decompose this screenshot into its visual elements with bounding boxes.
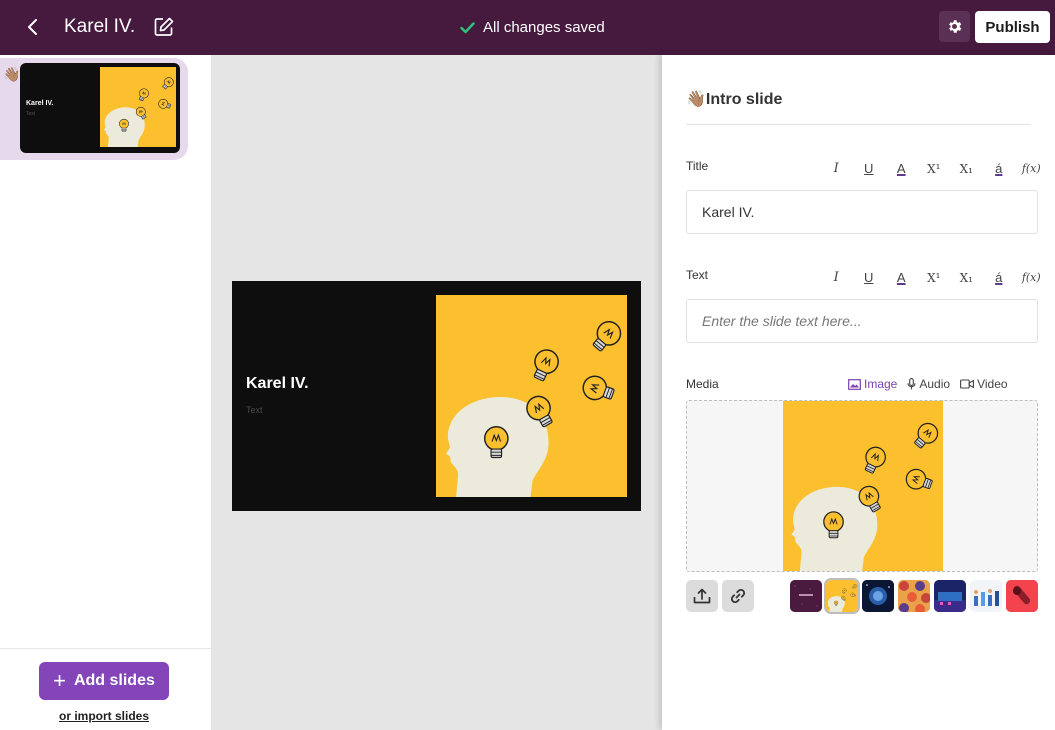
insert-link-button[interactable] <box>722 580 754 612</box>
people-illustration-thumbnail <box>970 580 1002 612</box>
publish-button[interactable]: Publish <box>975 11 1050 43</box>
slide-emoji: 👋🏽 <box>3 66 21 82</box>
plus-icon: + <box>53 668 66 693</box>
thumbnail-title: Karel IV. <box>26 100 54 107</box>
tab-image[interactable]: Image <box>848 377 897 391</box>
panel-heading-text: 👋🏽Intro slide <box>686 91 783 108</box>
superscript-button[interactable]: X¹ <box>918 160 951 178</box>
background-preset-4[interactable] <box>898 580 930 612</box>
slides-panel-footer: + Add slides or import slides <box>0 648 211 730</box>
tab-audio-label: Audio <box>919 377 951 391</box>
slide-preview[interactable]: Karel IV. Text <box>232 281 641 511</box>
subscript-button[interactable]: X₁ <box>950 160 983 178</box>
text-format-toolbar: I U A X¹ X₁ á f(x) <box>820 269 1048 287</box>
media-image-preview <box>783 401 943 571</box>
superscript-button[interactable]: X¹ <box>918 269 951 287</box>
add-slides-button[interactable]: + Add slides <box>39 662 169 700</box>
document-title: Karel IV. <box>64 16 136 37</box>
formula-button[interactable]: f(x) <box>1015 269 1048 287</box>
import-slides-link[interactable]: or import slides <box>0 709 208 723</box>
chevron-left-icon <box>28 19 37 35</box>
edit-icon <box>154 17 174 36</box>
back-button[interactable] <box>20 14 46 40</box>
italic-button[interactable]: I <box>820 269 853 287</box>
panel-heading: 👋🏽Intro slide <box>686 89 1030 125</box>
media-label: Media <box>686 377 719 391</box>
title-input[interactable] <box>686 190 1038 234</box>
upload-button[interactable] <box>686 580 718 612</box>
slides-panel: 👋🏽 Karel IV. Text + Add slides or import… <box>0 55 212 730</box>
slide-image[interactable] <box>436 295 627 497</box>
title-label: Title <box>686 159 709 173</box>
special-character-button[interactable]: á <box>983 269 1016 287</box>
gear-icon <box>949 20 962 33</box>
background-preset-2[interactable] <box>824 578 860 614</box>
purple-texture-thumbnail <box>790 580 822 612</box>
slide-text[interactable]: Text <box>246 405 263 415</box>
background-preset-3[interactable] <box>862 580 894 612</box>
text-input[interactable] <box>686 299 1038 343</box>
slide-list-item[interactable]: 👋🏽 Karel IV. Text <box>0 58 188 160</box>
add-slides-label: Add slides <box>73 672 155 689</box>
underline-button[interactable]: U <box>853 160 886 178</box>
pattern-thumbnail <box>898 580 930 612</box>
slide-thumbnail: Karel IV. Text <box>20 63 180 153</box>
tab-video[interactable]: Video <box>960 377 1008 391</box>
microphone-thumbnail <box>1006 580 1038 612</box>
background-preset-1[interactable] <box>790 580 822 612</box>
text-label: Text <box>686 268 709 282</box>
background-preset-6[interactable] <box>970 580 1002 612</box>
italic-button[interactable]: I <box>820 160 853 178</box>
background-preset-5[interactable] <box>934 580 966 612</box>
slide-title[interactable]: Karel IV. <box>246 375 309 393</box>
media-dropzone[interactable] <box>686 400 1038 572</box>
tab-video-label: Video <box>977 377 1008 391</box>
text-color-button[interactable]: A <box>885 160 918 178</box>
city-night-thumbnail <box>934 580 966 612</box>
upload-icon <box>693 588 711 604</box>
edit-title-button[interactable] <box>153 16 175 38</box>
slide-properties-panel: 👋🏽Intro slide Title I U A X¹ X₁ á f(x) T… <box>662 55 1055 730</box>
thumbnail-text: Text <box>26 111 36 117</box>
check-icon <box>460 22 475 34</box>
background-preset-7[interactable] <box>1006 580 1038 612</box>
video-camera-icon <box>960 379 975 389</box>
thumbnail-image <box>100 67 176 147</box>
save-status-text: All changes saved <box>483 19 605 36</box>
subscript-button[interactable]: X₁ <box>950 269 983 287</box>
settings-button[interactable] <box>939 11 970 42</box>
tab-audio[interactable]: Audio <box>907 377 950 391</box>
space-thumbnail <box>862 580 894 612</box>
image-icon <box>848 378 861 390</box>
special-character-button[interactable]: á <box>983 160 1016 178</box>
save-status: All changes saved <box>460 17 605 39</box>
underline-button[interactable]: U <box>853 269 886 287</box>
link-icon <box>730 588 746 604</box>
tab-image-label: Image <box>864 377 898 391</box>
lightbulb-thumbnail <box>826 580 858 612</box>
media-tabs: Image Audio Video <box>848 377 1008 391</box>
title-format-toolbar: I U A X¹ X₁ á f(x) <box>820 160 1048 178</box>
top-bar: Karel IV. All changes saved Publish <box>0 0 1055 55</box>
formula-button[interactable]: f(x) <box>1015 160 1048 178</box>
slide-canvas: Karel IV. Text <box>212 55 662 730</box>
microphone-icon <box>907 378 916 390</box>
text-color-button[interactable]: A <box>885 269 918 287</box>
